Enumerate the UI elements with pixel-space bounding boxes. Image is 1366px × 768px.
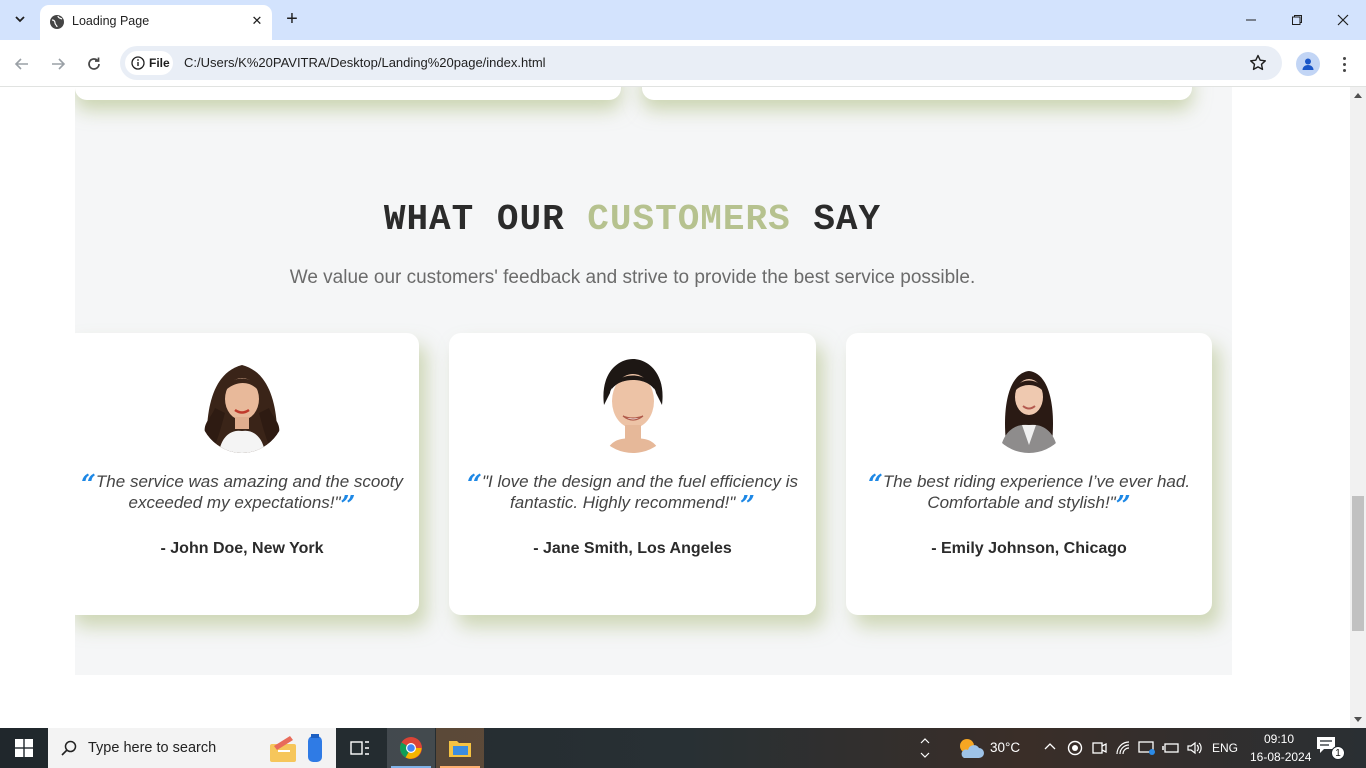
heading-part1: WHAT OUR bbox=[383, 199, 588, 240]
open-quote-icon: “ bbox=[867, 470, 883, 500]
globe-icon bbox=[50, 15, 64, 29]
minimize-icon bbox=[1246, 19, 1256, 21]
chevron-down-icon bbox=[15, 16, 25, 23]
weather-sun-cloud-icon bbox=[960, 739, 984, 758]
restore-icon bbox=[1292, 15, 1302, 25]
tab-search-button[interactable] bbox=[8, 7, 32, 31]
close-quote-icon: ” bbox=[1115, 491, 1131, 521]
open-quote-icon: “ bbox=[80, 470, 96, 500]
reload-button[interactable] bbox=[82, 52, 106, 76]
profile-button[interactable] bbox=[1296, 52, 1320, 76]
arrow-right-icon bbox=[52, 58, 66, 70]
volume-icon[interactable] bbox=[1186, 740, 1204, 756]
close-window-button[interactable] bbox=[1331, 8, 1355, 32]
testimonial-card: “The service was amazing and the scooty … bbox=[75, 333, 419, 615]
taskbar-scroll-button[interactable] bbox=[918, 728, 932, 768]
customer-photo bbox=[984, 353, 1074, 453]
browser-toolbar: File C:/Users/K%20PAVITRA/Desktop/Landin… bbox=[0, 40, 1366, 87]
testimonial-card: “The best riding experience I’ve ever ha… bbox=[846, 333, 1212, 615]
search-placeholder: Type here to search bbox=[88, 740, 217, 756]
meet-camera-icon[interactable] bbox=[1091, 740, 1107, 756]
record-icon[interactable] bbox=[1067, 740, 1083, 756]
section-heading: WHAT OUR CUSTOMERS SAY bbox=[75, 199, 1190, 240]
testimonial-author: - Emily Johnson, Chicago bbox=[931, 540, 1127, 557]
customer-photo bbox=[587, 353, 678, 453]
clock-date[interactable]: 16-08-2024 bbox=[1250, 750, 1311, 764]
tab-strip: Loading Page ✕ + bbox=[0, 0, 1366, 40]
section-subtitle: We value our customers' feedback and str… bbox=[289, 267, 976, 288]
site-info-chip[interactable]: File bbox=[125, 51, 173, 75]
previous-card-bottom bbox=[642, 87, 1192, 100]
scrollbar-thumb[interactable] bbox=[1352, 496, 1364, 631]
tab-title: Loading Page bbox=[72, 14, 150, 28]
chrome-taskbar-button[interactable] bbox=[387, 728, 435, 768]
browser-tab[interactable]: Loading Page ✕ bbox=[40, 5, 272, 40]
network-icon[interactable] bbox=[1138, 740, 1156, 756]
url-text[interactable]: C:/Users/K%20PAVITRA/Desktop/Landing%20p… bbox=[184, 55, 546, 70]
search-highlight-icon bbox=[270, 734, 322, 762]
restore-button[interactable] bbox=[1285, 8, 1309, 32]
chevron-up-icon[interactable] bbox=[1044, 741, 1056, 753]
clock-time[interactable]: 09:10 bbox=[1264, 732, 1294, 746]
new-tab-button[interactable]: + bbox=[282, 9, 302, 29]
search-icon bbox=[61, 740, 77, 756]
weather-temperature[interactable]: 30°C bbox=[990, 740, 1020, 755]
notifications-button[interactable]: 1 bbox=[1316, 736, 1346, 762]
arrow-left-icon bbox=[14, 58, 28, 70]
scroll-up-arrow-icon[interactable] bbox=[1354, 93, 1362, 98]
close-icon bbox=[1337, 14, 1349, 26]
close-tab-icon[interactable]: ✕ bbox=[248, 12, 266, 30]
quote-text: The service was amazing and the scooty e… bbox=[95, 472, 404, 512]
testimonial-quote: “The service was amazing and the scooty … bbox=[75, 470, 419, 519]
quote-text: The best riding experience I’ve ever had… bbox=[882, 472, 1191, 512]
taskbar-search-box[interactable]: Type here to search bbox=[48, 728, 336, 768]
person-icon bbox=[1302, 58, 1314, 70]
testimonial-author: - Jane Smith, Los Angeles bbox=[533, 540, 732, 557]
battery-icon[interactable] bbox=[1162, 740, 1180, 756]
site-chip-label: File bbox=[149, 56, 170, 70]
close-quote-icon: ” bbox=[340, 491, 356, 521]
file-explorer-taskbar-button[interactable] bbox=[436, 728, 484, 768]
language-indicator[interactable]: ENG bbox=[1212, 741, 1238, 755]
heading-part2: SAY bbox=[790, 199, 882, 240]
heading-accent: CUSTOMERS bbox=[587, 199, 791, 240]
windows-logo-icon bbox=[15, 739, 33, 757]
open-quote-icon: “ bbox=[467, 470, 482, 500]
folder-icon bbox=[449, 741, 471, 757]
testimonial-author: - John Doe, New York bbox=[160, 540, 324, 557]
wifi-icon[interactable] bbox=[1115, 740, 1131, 756]
chrome-icon bbox=[400, 737, 422, 759]
task-view-button[interactable] bbox=[336, 728, 384, 768]
browser-menu-button[interactable] bbox=[1334, 52, 1354, 76]
page-viewport: WHAT OUR CUSTOMERS SAY We value our cust… bbox=[0, 87, 1350, 728]
notification-count-badge: 1 bbox=[1331, 746, 1345, 760]
previous-card-bottom bbox=[75, 87, 621, 100]
weather-widget[interactable] bbox=[950, 728, 990, 768]
testimonial-quote: “The best riding experience I’ve ever ha… bbox=[846, 470, 1212, 519]
scroll-down-arrow-icon[interactable] bbox=[1354, 717, 1362, 722]
vertical-scrollbar[interactable] bbox=[1350, 87, 1366, 728]
chevron-up-down-icon bbox=[920, 738, 930, 758]
task-view-icon bbox=[350, 741, 369, 755]
info-icon bbox=[131, 56, 145, 70]
address-bar[interactable]: File C:/Users/K%20PAVITRA/Desktop/Landin… bbox=[120, 46, 1282, 80]
start-button[interactable] bbox=[0, 728, 48, 768]
bookmark-star-icon[interactable] bbox=[1248, 53, 1268, 73]
testimonial-quote: “"I love the design and the fuel efficie… bbox=[449, 470, 816, 519]
close-quote-icon: ” bbox=[740, 491, 755, 521]
testimonial-card: “"I love the design and the fuel efficie… bbox=[449, 333, 816, 615]
minimize-button[interactable] bbox=[1239, 8, 1263, 32]
windows-taskbar: Type here to search 30°C ENG 09:10 16-08… bbox=[0, 728, 1366, 768]
customer-photo bbox=[197, 353, 287, 453]
forward-button[interactable] bbox=[46, 52, 70, 76]
back-button[interactable] bbox=[10, 52, 34, 76]
testimonials-section: WHAT OUR CUSTOMERS SAY We value our cust… bbox=[75, 87, 1232, 675]
reload-icon bbox=[88, 57, 100, 70]
